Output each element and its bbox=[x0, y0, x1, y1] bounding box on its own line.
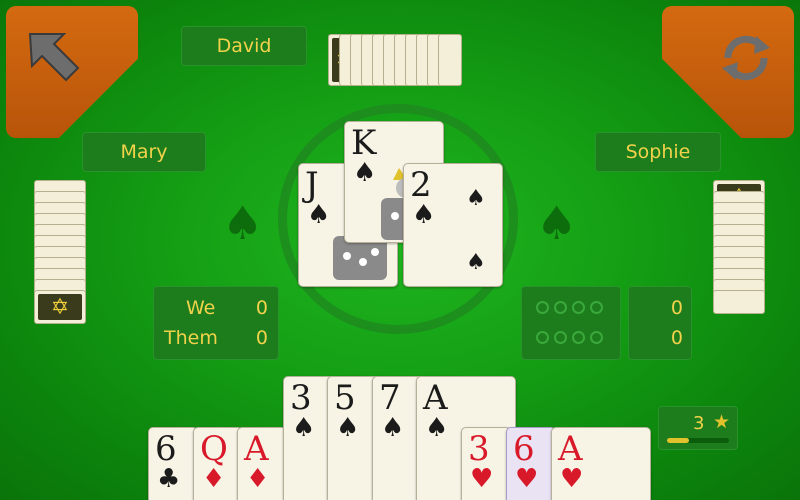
card-rank: 3 bbox=[468, 429, 490, 469]
card-rank: 6 bbox=[155, 429, 177, 469]
card-suit-icon: ♣ bbox=[157, 464, 181, 494]
player-hand: 6 ♣ Q ♦ A ♦ 3 ♠ 5 ♠ 7 ♠ A ♠ 3 ♥ 6 ♥ A ♥ bbox=[0, 0, 800, 500]
hand-card-6-♥[interactable]: 6 ♥ bbox=[506, 427, 556, 500]
card-suit-icon: ♠ bbox=[292, 413, 316, 443]
hand-card-A-♦[interactable]: A ♦ bbox=[237, 427, 287, 500]
card-rank: 3 bbox=[290, 378, 312, 418]
card-suit-icon: ♦ bbox=[202, 464, 226, 494]
card-rank: A bbox=[423, 378, 448, 418]
card-rank: 5 bbox=[334, 378, 356, 418]
hand-card-6-♣[interactable]: 6 ♣ bbox=[148, 427, 198, 500]
hand-card-Q-♦[interactable]: Q ♦ bbox=[193, 427, 243, 500]
card-rank: A bbox=[558, 429, 583, 469]
card-rank: 6 bbox=[513, 429, 535, 469]
card-suit-icon: ♠ bbox=[336, 413, 360, 443]
card-suit-icon: ♥ bbox=[560, 464, 584, 494]
card-suit-icon: ♥ bbox=[515, 464, 539, 494]
card-rank: 7 bbox=[379, 378, 401, 418]
card-suit-icon: ♦ bbox=[246, 464, 270, 494]
card-suit-icon: ♠ bbox=[381, 413, 405, 443]
card-rank: A bbox=[244, 429, 269, 469]
game-screen: David Mary Sophie ✡ ✡ ✡ ♠ ♠ J ♠ K ♠ 2 ♠ … bbox=[0, 0, 800, 500]
hand-card-3-♥[interactable]: 3 ♥ bbox=[461, 427, 511, 500]
card-rank: Q bbox=[200, 429, 228, 469]
card-suit-icon: ♠ bbox=[425, 413, 449, 443]
hand-card-A-♥[interactable]: A ♥ bbox=[551, 427, 651, 500]
card-suit-icon: ♥ bbox=[470, 464, 494, 494]
